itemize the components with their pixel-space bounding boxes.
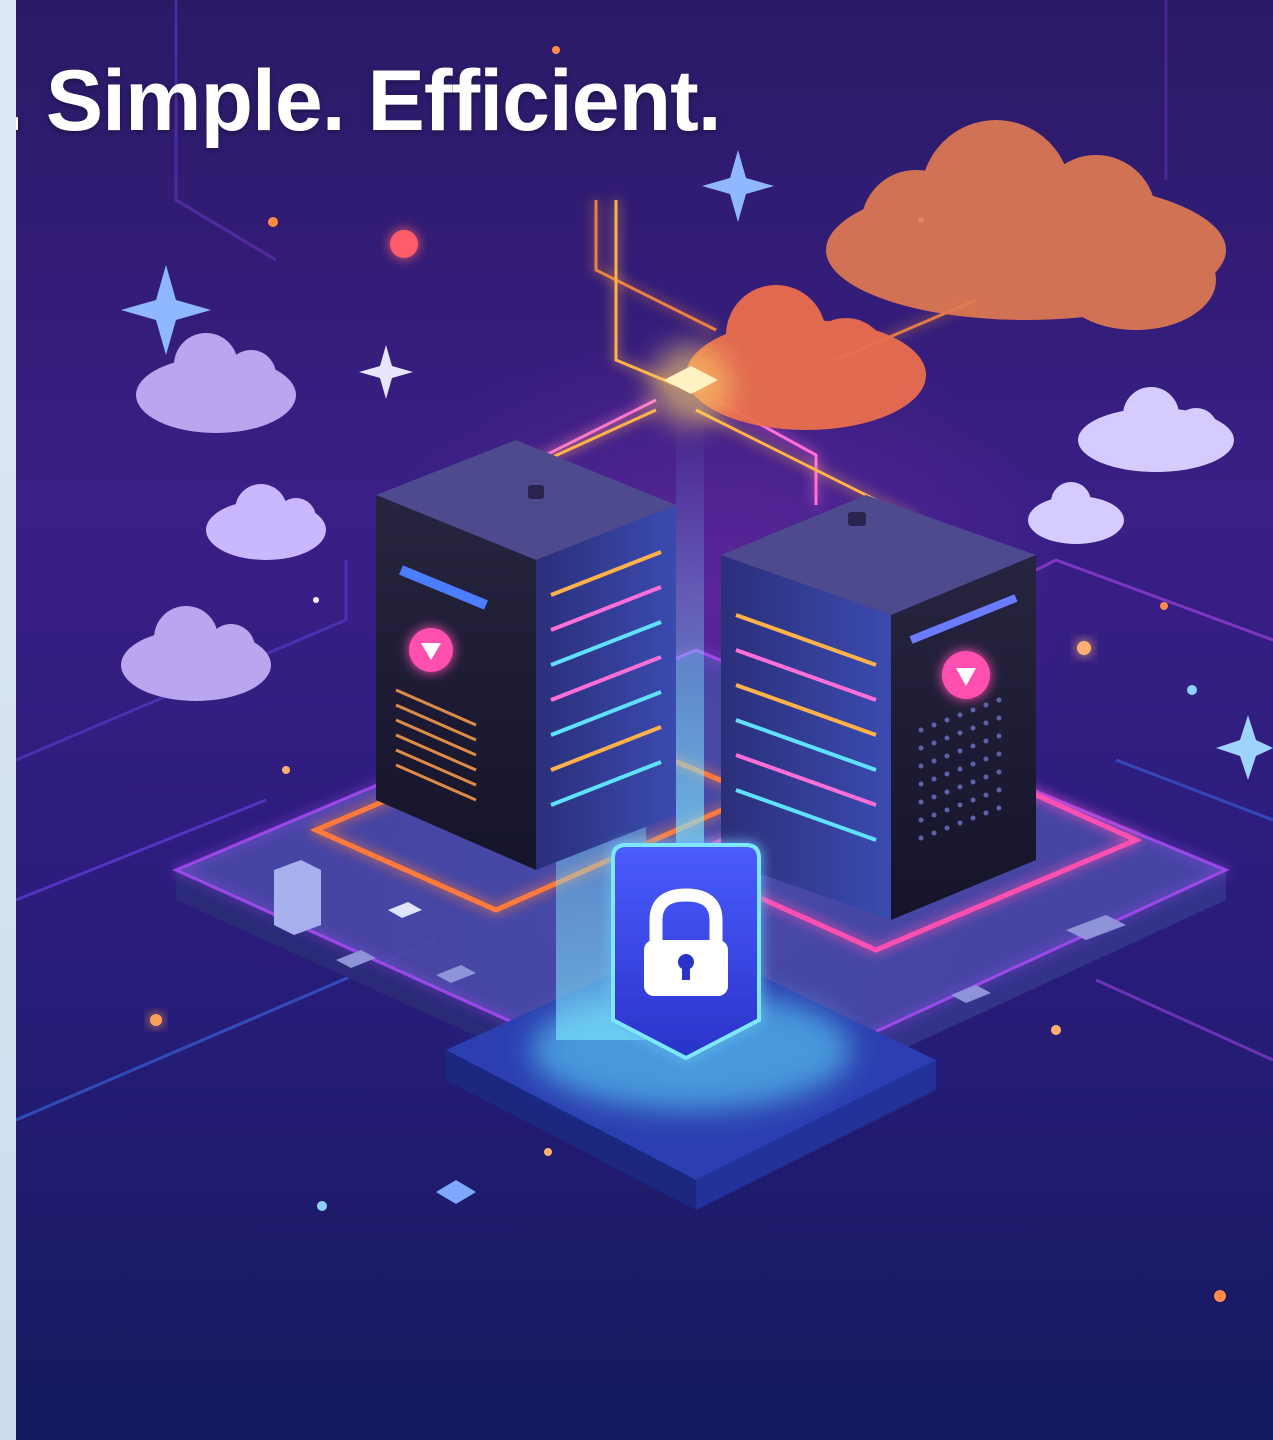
light-beam (676, 420, 704, 880)
cloud-icon (121, 606, 271, 701)
lock-icon (611, 843, 761, 1061)
left-edge-strip (0, 0, 16, 1440)
hero-illustration: . Simple. Efficient. (16, 0, 1273, 1440)
cloud-icon (136, 333, 296, 433)
cloud-icon (206, 484, 326, 560)
server-icon (721, 495, 1036, 920)
chip-node (651, 345, 731, 425)
server-icon (376, 440, 676, 870)
isometric-server-scene (16, 0, 1273, 1302)
headline: . Simple. Efficient. (16, 53, 722, 149)
cloud-icon (1078, 387, 1234, 472)
cloud-icon (1028, 482, 1124, 544)
